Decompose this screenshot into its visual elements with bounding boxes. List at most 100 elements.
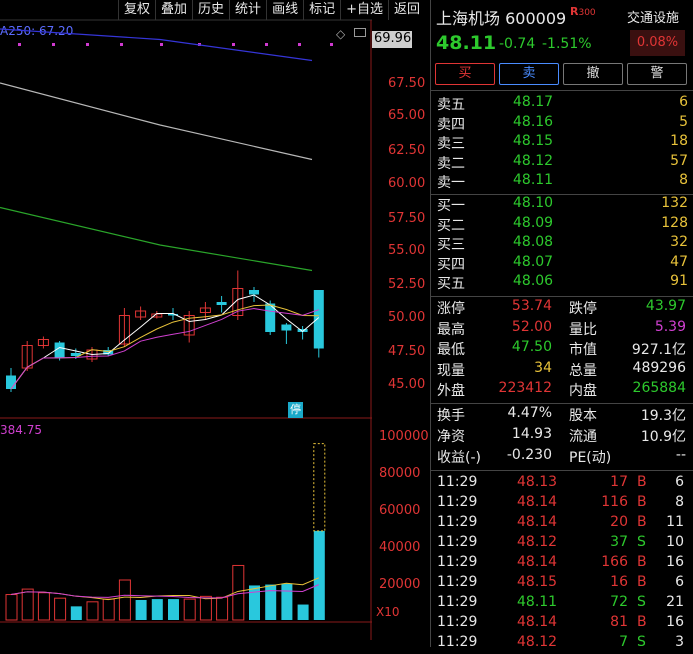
tick-count: 3 xyxy=(675,634,684,650)
tick-volume: 81 xyxy=(610,614,628,630)
candle-body xyxy=(6,375,16,389)
order-price: 48.07 xyxy=(513,253,554,270)
stock-code: 600009 xyxy=(505,9,567,28)
price-change-pct: -1.51% xyxy=(542,36,592,52)
order-level-label: 买五 xyxy=(437,276,465,292)
last-price: 48.11 xyxy=(436,32,497,54)
stat-label: 跌停 xyxy=(569,301,597,317)
alert-button[interactable]: 警 xyxy=(627,63,687,85)
ask-row[interactable]: 卖四 48.16 5 xyxy=(431,114,693,134)
order-price: 48.09 xyxy=(513,214,554,231)
price-tick-label: 65.00 xyxy=(388,108,426,123)
volume-tick-label: 80000 xyxy=(379,466,421,481)
marker-dot xyxy=(86,43,89,46)
stat-label: 流通 xyxy=(569,429,597,445)
stop-tag: 停 xyxy=(288,402,303,418)
stat-value: 14.93 xyxy=(511,426,552,442)
volume-tick-label: 40000 xyxy=(379,540,421,555)
tick-time: 11:29 xyxy=(437,594,478,610)
stat-row: 收益(-) -0.230 PE(动) -- xyxy=(431,447,693,467)
stat-row: 最高 52.00 量比 5.39 xyxy=(431,319,693,339)
price-tick-label: 60.00 xyxy=(388,176,426,191)
stat-row: 涨停 53.74 跌停 43.97 xyxy=(431,298,693,318)
volume-tick-label: 100000 xyxy=(379,429,429,444)
order-price: 48.16 xyxy=(513,113,554,130)
cancel-order-button[interactable]: 撤 xyxy=(563,63,623,85)
tick-price: 48.14 xyxy=(517,614,558,630)
stat-value: 5.39 xyxy=(654,318,686,335)
stat-value: 927.1亿 xyxy=(631,342,686,358)
stat-value: 223412 xyxy=(498,380,552,396)
marker-dot xyxy=(120,43,123,46)
tick-row: 11:29 48.14 81 B 16 xyxy=(431,614,693,634)
ask-row[interactable]: 卖二 48.12 57 xyxy=(431,153,693,173)
ask-row[interactable]: 卖三 48.15 18 xyxy=(431,133,693,153)
stat-label: 总量 xyxy=(569,362,597,379)
volume-bar xyxy=(265,584,277,620)
stat-value: 10.9亿 xyxy=(640,429,686,445)
bid-row[interactable]: 买三 48.08 32 xyxy=(431,234,693,254)
sector-change-pct: 0.08% xyxy=(630,30,685,56)
order-volume: 57 xyxy=(670,152,688,169)
tick-time: 11:29 xyxy=(437,574,478,590)
tick-price: 48.11 xyxy=(517,594,558,610)
order-level-label: 卖四 xyxy=(437,116,465,133)
stat-value: 489296 xyxy=(632,359,686,376)
sell-button[interactable]: 卖 xyxy=(499,63,559,85)
stat-row: 最低 47.50 市值 927.1亿 xyxy=(431,339,693,359)
bid-row[interactable]: 买四 48.07 47 xyxy=(431,254,693,274)
tick-side: B xyxy=(637,474,647,490)
toolbar-item[interactable]: 返回 xyxy=(388,0,425,20)
bid-row[interactable]: 买一 48.10 132 xyxy=(431,195,693,215)
order-level-label: 买一 xyxy=(437,198,465,214)
buy-button[interactable]: 买 xyxy=(435,63,495,85)
volume-bar xyxy=(249,585,260,620)
ask-row[interactable]: 卖五 48.17 6 xyxy=(431,94,693,114)
price-tick-label: 67.50 xyxy=(388,76,426,91)
tick-time: 11:29 xyxy=(437,514,478,530)
tick-row: 11:29 48.11 72 S 21 xyxy=(431,594,693,614)
volume-tick-label: 60000 xyxy=(379,503,421,518)
quote-panel: 上海机场 600009 R300 交通设施 48.11 -0.74 -1.51%… xyxy=(430,0,693,650)
tick-count: 8 xyxy=(675,494,684,510)
sector-name[interactable]: 交通设施 xyxy=(627,7,679,26)
tick-volume: 7 xyxy=(619,634,628,650)
tick-price: 48.12 xyxy=(517,634,558,650)
tick-count: 10 xyxy=(666,534,684,550)
stat-label: 现量 xyxy=(437,362,465,379)
stat-row: 现量 34 总量 489296 xyxy=(431,360,693,380)
bid-row[interactable]: 买五 48.06 91 xyxy=(431,273,693,293)
tick-volume: 16 xyxy=(610,574,628,590)
tick-time: 11:29 xyxy=(437,614,478,630)
stat-row: 净资 14.93 流通 10.9亿 xyxy=(431,426,693,446)
tick-price: 48.14 xyxy=(517,494,558,510)
stat-value: -- xyxy=(675,447,686,463)
stat-label: 外盘 xyxy=(437,383,465,399)
bid-row[interactable]: 买二 48.09 128 xyxy=(431,215,693,235)
order-level-label: 买二 xyxy=(437,217,465,234)
tick-count: 11 xyxy=(666,514,684,530)
stat-value: 43.97 xyxy=(645,298,686,314)
tick-side: S xyxy=(637,594,646,610)
stat-label: 市值 xyxy=(569,342,597,358)
volume-bar xyxy=(313,530,325,620)
tick-time: 11:29 xyxy=(437,554,478,570)
order-volume: 32 xyxy=(670,234,688,250)
marker-dot xyxy=(232,43,235,46)
current-price-tag: 69.96 xyxy=(372,31,412,48)
stat-value: 52.00 xyxy=(511,318,552,335)
ask-row[interactable]: 卖一 48.11 8 xyxy=(431,172,693,192)
order-price: 48.10 xyxy=(513,195,554,211)
price-tick-label: 52.50 xyxy=(388,277,426,292)
tick-side: S xyxy=(637,634,646,650)
order-volume: 5 xyxy=(679,113,688,130)
stat-label: 最高 xyxy=(437,321,465,338)
projected-volume-box xyxy=(313,443,326,532)
price-tick-label: 45.00 xyxy=(388,377,426,392)
tick-count: 21 xyxy=(666,594,684,610)
kline-chart[interactable] xyxy=(0,0,372,640)
order-volume: 6 xyxy=(679,94,688,110)
tick-row: 11:29 48.12 37 S 10 xyxy=(431,534,693,554)
stat-label: 涨停 xyxy=(437,301,465,317)
order-price: 48.11 xyxy=(513,172,554,188)
